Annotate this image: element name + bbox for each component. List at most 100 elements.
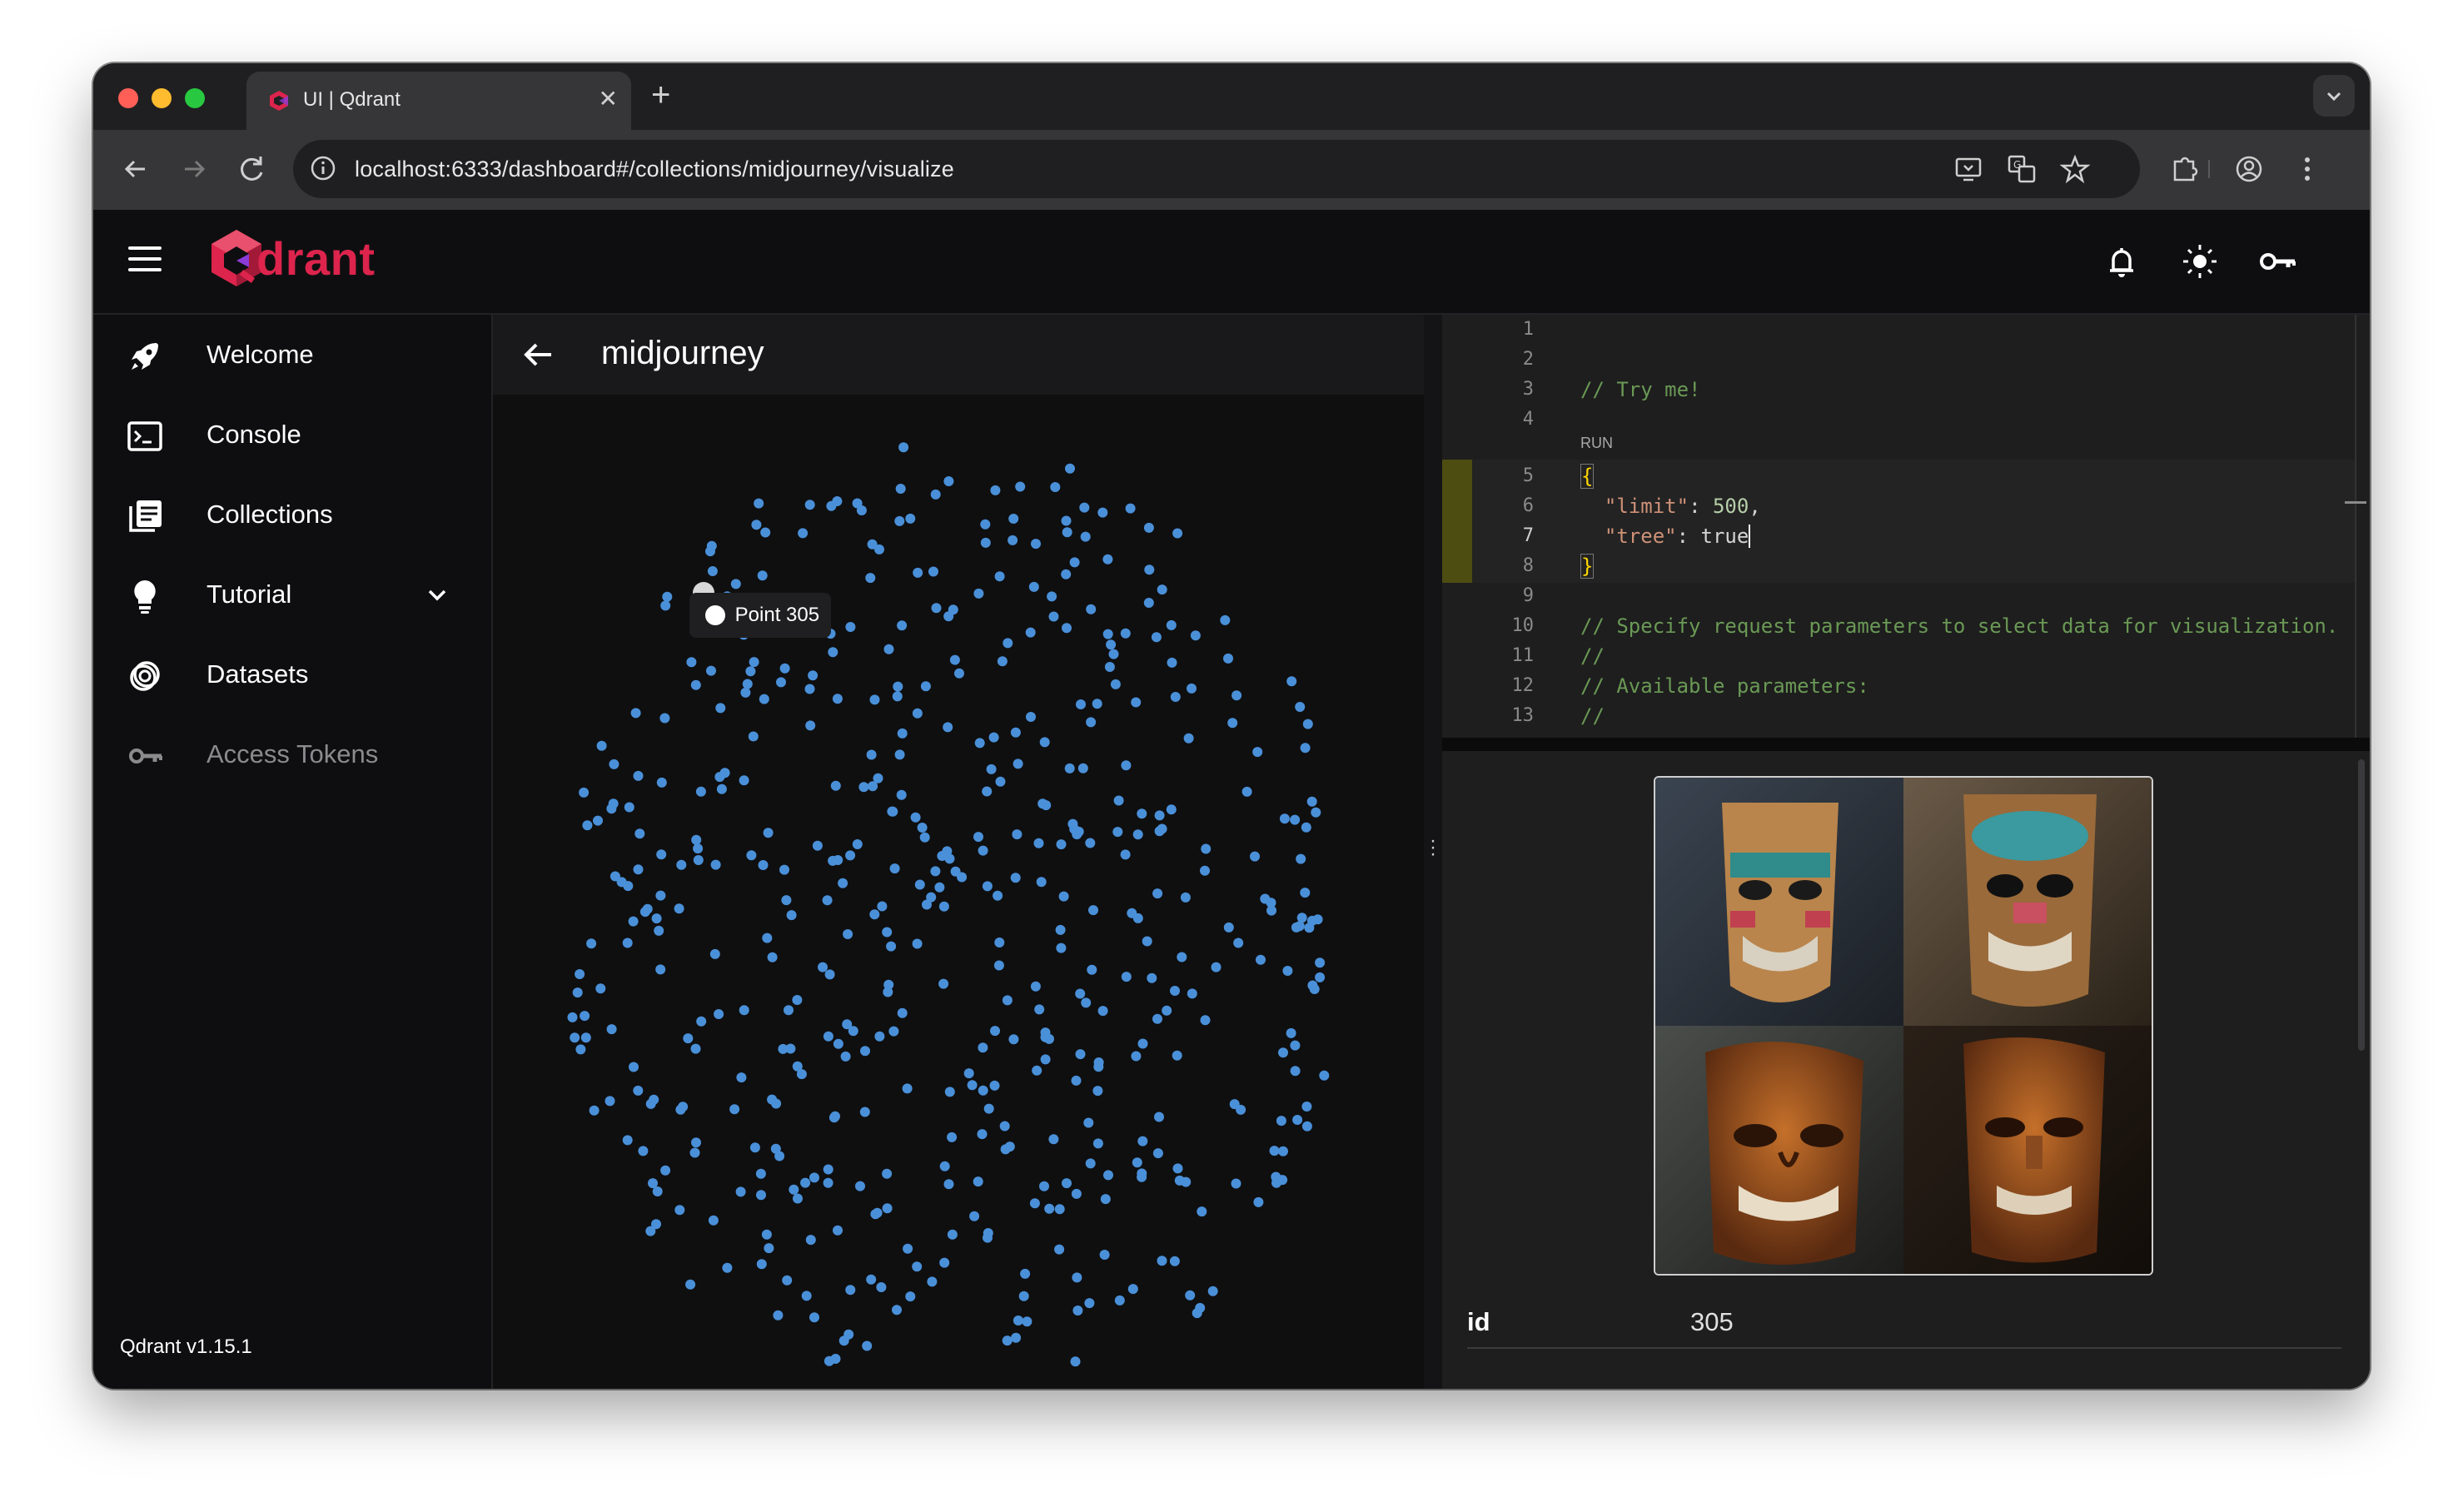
- data-point[interactable]: [714, 1009, 724, 1019]
- data-point[interactable]: [931, 603, 942, 614]
- data-point[interactable]: [756, 1190, 766, 1201]
- data-point[interactable]: [823, 1164, 833, 1175]
- data-point[interactable]: [947, 1229, 958, 1240]
- data-point[interactable]: [1013, 758, 1023, 769]
- data-point[interactable]: [1250, 851, 1260, 862]
- data-point[interactable]: [995, 776, 1006, 787]
- data-point[interactable]: [1039, 737, 1050, 748]
- data-point[interactable]: [999, 1121, 1010, 1132]
- data-point[interactable]: [609, 758, 619, 769]
- profile-icon[interactable]: [2230, 150, 2268, 188]
- data-point[interactable]: [655, 964, 666, 975]
- data-point[interactable]: [1177, 952, 1187, 962]
- data-point[interactable]: [1008, 1034, 1019, 1045]
- data-point[interactable]: [903, 1243, 913, 1254]
- sidebar-item-datasets[interactable]: Datasets: [93, 634, 490, 714]
- data-point[interactable]: [633, 864, 644, 875]
- data-point[interactable]: [1271, 1171, 1281, 1182]
- install-app-icon[interactable]: [1953, 154, 1983, 184]
- data-point[interactable]: [616, 877, 627, 888]
- data-point[interactable]: [843, 929, 853, 939]
- data-point[interactable]: [1072, 1306, 1083, 1316]
- data-point[interactable]: [1092, 699, 1102, 709]
- panel-resize-handle[interactable]: · · ·: [1424, 315, 1442, 1389]
- data-point[interactable]: [944, 1087, 955, 1097]
- data-point[interactable]: [1083, 1117, 1094, 1128]
- data-point[interactable]: [749, 1142, 760, 1153]
- data-point[interactable]: [709, 948, 720, 959]
- data-point[interactable]: [989, 1080, 1000, 1091]
- data-point[interactable]: [830, 780, 841, 791]
- data-point[interactable]: [805, 720, 816, 731]
- data-point[interactable]: [762, 933, 773, 943]
- data-point[interactable]: [977, 1129, 988, 1140]
- data-point[interactable]: [1071, 1188, 1082, 1199]
- data-point[interactable]: [838, 878, 848, 888]
- data-point[interactable]: [778, 1043, 789, 1054]
- data-point[interactable]: [870, 1209, 881, 1220]
- data-point[interactable]: [1301, 1102, 1312, 1112]
- data-point[interactable]: [1003, 638, 1013, 649]
- data-point[interactable]: [1187, 988, 1197, 999]
- data-point[interactable]: [1292, 1115, 1303, 1125]
- data-point[interactable]: [1026, 712, 1036, 722]
- data-point[interactable]: [1147, 972, 1157, 983]
- data-point[interactable]: [1183, 733, 1194, 744]
- data-point[interactable]: [1190, 630, 1201, 641]
- data-point[interactable]: [917, 823, 928, 833]
- data-point[interactable]: [845, 1285, 856, 1296]
- data-point[interactable]: [1062, 1178, 1072, 1189]
- data-point[interactable]: [582, 820, 593, 831]
- data-point[interactable]: [1061, 569, 1072, 579]
- data-point[interactable]: [628, 916, 639, 927]
- browser-menu-icon[interactable]: [2288, 150, 2326, 188]
- data-point[interactable]: [798, 528, 809, 539]
- data-point[interactable]: [1121, 972, 1132, 982]
- data-point[interactable]: [822, 895, 833, 906]
- data-point[interactable]: [629, 1062, 639, 1072]
- data-point[interactable]: [1055, 924, 1066, 935]
- data-point[interactable]: [1093, 1062, 1104, 1072]
- data-point[interactable]: [1077, 763, 1088, 773]
- data-point[interactable]: [1306, 796, 1317, 807]
- data-point[interactable]: [883, 644, 894, 654]
- data-point[interactable]: [580, 1032, 591, 1043]
- data-point[interactable]: [1056, 839, 1067, 850]
- data-point[interactable]: [833, 1038, 843, 1049]
- data-point[interactable]: [1290, 814, 1301, 825]
- data-point[interactable]: [1113, 795, 1124, 806]
- data-point[interactable]: [730, 579, 741, 589]
- data-point[interactable]: [1290, 1040, 1301, 1051]
- data-point[interactable]: [1037, 798, 1048, 809]
- data-point[interactable]: [1097, 507, 1108, 518]
- data-point[interactable]: [894, 515, 905, 526]
- data-point[interactable]: [760, 527, 771, 538]
- data-point[interactable]: [1162, 1005, 1172, 1016]
- data-point[interactable]: [1278, 1146, 1288, 1156]
- data-point[interactable]: [1294, 921, 1305, 932]
- data-point[interactable]: [1070, 1356, 1081, 1367]
- data-point[interactable]: [1047, 591, 1057, 602]
- data-point[interactable]: [1102, 554, 1113, 565]
- data-point[interactable]: [761, 1229, 772, 1240]
- data-point[interactable]: [710, 859, 721, 870]
- data-point[interactable]: [1295, 702, 1306, 712]
- data-point[interactable]: [930, 866, 941, 877]
- data-point[interactable]: [1307, 980, 1318, 991]
- data-point[interactable]: [1036, 877, 1047, 888]
- data-point[interactable]: [695, 786, 706, 797]
- data-point[interactable]: [1079, 502, 1090, 513]
- bell-icon[interactable]: [2100, 240, 2143, 283]
- details-scrollbar[interactable]: [2358, 759, 2365, 1051]
- data-point[interactable]: [1315, 972, 1326, 982]
- data-point[interactable]: [696, 1016, 707, 1027]
- data-point[interactable]: [1127, 1284, 1138, 1295]
- data-point[interactable]: [740, 687, 751, 698]
- data-point[interactable]: [948, 604, 958, 615]
- data-point[interactable]: [1029, 1198, 1040, 1209]
- data-point[interactable]: [639, 907, 650, 918]
- data-point[interactable]: [1311, 807, 1321, 818]
- data-point[interactable]: [1086, 717, 1097, 728]
- data-point[interactable]: [893, 681, 903, 692]
- data-point[interactable]: [758, 860, 769, 870]
